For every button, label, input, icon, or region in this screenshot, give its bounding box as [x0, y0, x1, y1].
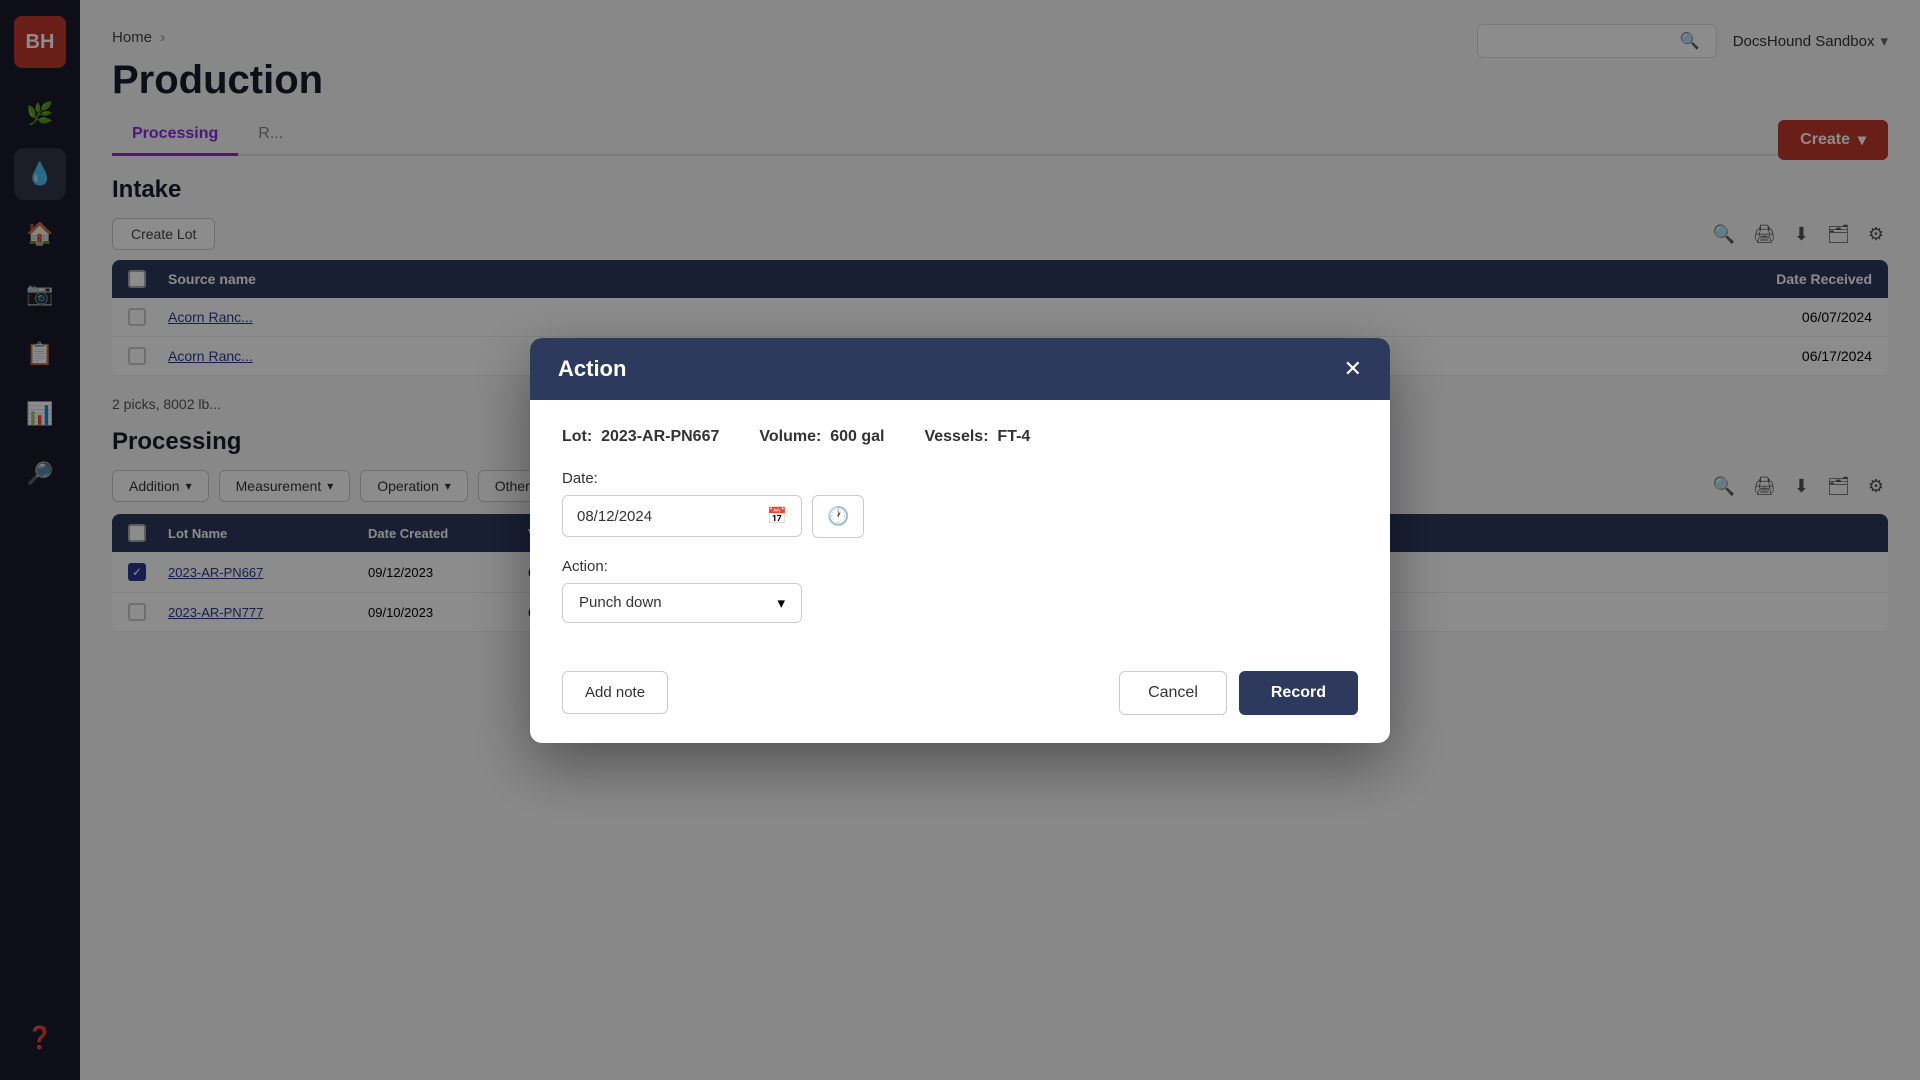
footer-right-buttons: Cancel Record	[1119, 671, 1358, 715]
vessels-value: FT-4	[997, 428, 1030, 445]
date-input-value: 08/12/2024	[577, 508, 757, 525]
dialog-footer: Add note Cancel Record	[530, 651, 1390, 743]
add-note-button[interactable]: Add note	[562, 671, 668, 714]
dialog-close-button[interactable]: ✕	[1344, 358, 1362, 380]
dialog-info: Lot: 2023-AR-PN667 Volume: 600 gal Vesse…	[562, 428, 1358, 446]
volume-value: 600 gal	[830, 428, 884, 445]
volume-label: Volume:	[759, 428, 821, 445]
dialog-lot: Lot: 2023-AR-PN667	[562, 428, 719, 446]
cancel-button[interactable]: Cancel	[1119, 671, 1227, 715]
action-dialog: Action ✕ Lot: 2023-AR-PN667 Volume: 600 …	[530, 338, 1390, 743]
action-field-label: Action:	[562, 558, 1358, 575]
dialog-body: Lot: 2023-AR-PN667 Volume: 600 gal Vesse…	[530, 400, 1390, 651]
date-field-label: Date:	[562, 470, 1358, 487]
vessels-label: Vessels:	[924, 428, 988, 445]
action-select[interactable]: Punch down ▾	[562, 583, 802, 623]
dialog-volume: Volume: 600 gal	[759, 428, 884, 446]
action-select-chevron-icon: ▾	[777, 594, 785, 612]
dialog-vessels: Vessels: FT-4	[924, 428, 1030, 446]
time-button[interactable]: 🕐	[812, 495, 864, 538]
modal-overlay: Action ✕ Lot: 2023-AR-PN667 Volume: 600 …	[0, 0, 1920, 1080]
calendar-icon: 📅	[767, 506, 787, 526]
dialog-header: Action ✕	[530, 338, 1390, 400]
date-row: 08/12/2024 📅 🕐	[562, 495, 1358, 538]
date-input[interactable]: 08/12/2024 📅	[562, 495, 802, 537]
action-select-value: Punch down	[579, 594, 767, 611]
lot-label: Lot:	[562, 428, 592, 445]
lot-value: 2023-AR-PN667	[601, 428, 719, 445]
dialog-title: Action	[558, 356, 626, 382]
record-button[interactable]: Record	[1239, 671, 1358, 715]
